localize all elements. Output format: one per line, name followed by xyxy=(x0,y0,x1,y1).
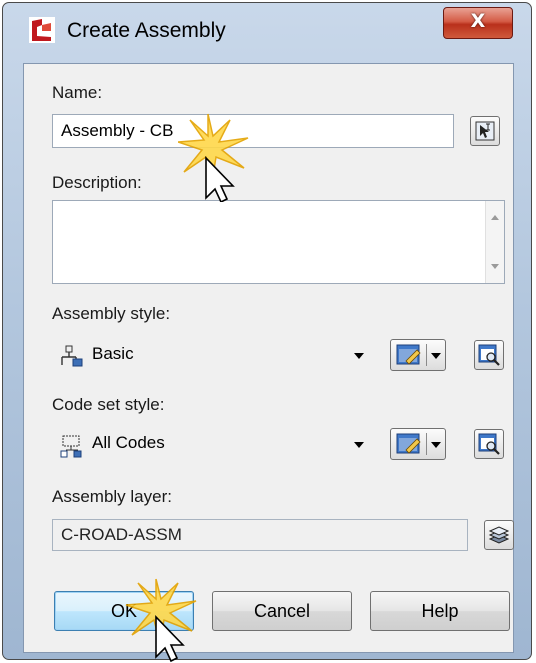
help-button[interactable]: Help xyxy=(370,591,510,631)
assembly-style-icon xyxy=(61,345,83,367)
name-value: Assembly - CB xyxy=(61,121,174,140)
assembly-style-dropdown[interactable]: Basic xyxy=(52,339,374,371)
assembly-layer-field: C-ROAD-ASSM xyxy=(52,519,468,551)
preview-magnifier-icon xyxy=(478,433,500,455)
assembly-style-preview-button[interactable] xyxy=(474,340,504,370)
chevron-down-icon[interactable] xyxy=(431,442,441,448)
dialog-body: Name: Assembly - CB Description: Assembl… xyxy=(23,63,514,653)
description-label: Description: xyxy=(52,173,142,192)
title-bar[interactable]: Create Assembly X xyxy=(3,3,531,61)
chevron-down-icon xyxy=(354,353,364,359)
split-separator xyxy=(426,344,427,366)
edit-style-icon xyxy=(396,433,421,454)
code-set-style-edit-split-button[interactable] xyxy=(390,428,446,460)
code-set-style-value: All Codes xyxy=(92,433,165,452)
edit-style-icon xyxy=(396,344,421,365)
civil3d-app-icon xyxy=(29,17,55,43)
chevron-down-icon[interactable] xyxy=(431,353,441,359)
click-highlight-burst-icon xyxy=(178,113,249,202)
description-input[interactable] xyxy=(52,200,505,284)
assembly-layer-button[interactable] xyxy=(484,520,514,550)
name-label: Name: xyxy=(52,83,103,102)
assembly-style-value: Basic xyxy=(92,344,134,363)
create-assembly-dialog: Create Assembly X Name: Assembly - CB De… xyxy=(2,2,532,660)
code-set-style-icon xyxy=(60,435,82,458)
description-scrollbar[interactable] xyxy=(485,201,504,283)
cancel-button[interactable]: Cancel xyxy=(212,591,352,631)
layers-icon xyxy=(488,526,510,544)
split-separator xyxy=(426,433,427,455)
assembly-layer-label: Assembly layer: xyxy=(52,487,172,506)
assembly-style-edit-split-button[interactable] xyxy=(390,339,446,371)
scroll-up-icon[interactable] xyxy=(491,215,499,220)
assembly-style-label: Assembly style: xyxy=(52,304,171,323)
close-button[interactable]: X xyxy=(443,7,513,39)
assembly-layer-value: C-ROAD-ASSM xyxy=(61,525,182,544)
click-highlight-burst-icon xyxy=(125,578,197,663)
pick-name-button[interactable] xyxy=(470,116,500,146)
scroll-down-icon[interactable] xyxy=(491,264,499,269)
code-set-style-dropdown[interactable]: All Codes xyxy=(52,428,374,460)
dialog-title: Create Assembly xyxy=(67,19,226,42)
code-set-style-label: Code set style: xyxy=(52,395,165,414)
code-set-style-preview-button[interactable] xyxy=(474,429,504,459)
pick-from-drawing-icon xyxy=(475,121,495,141)
close-icon: X xyxy=(470,10,486,32)
preview-magnifier-icon xyxy=(478,344,500,366)
chevron-down-icon xyxy=(354,442,364,448)
